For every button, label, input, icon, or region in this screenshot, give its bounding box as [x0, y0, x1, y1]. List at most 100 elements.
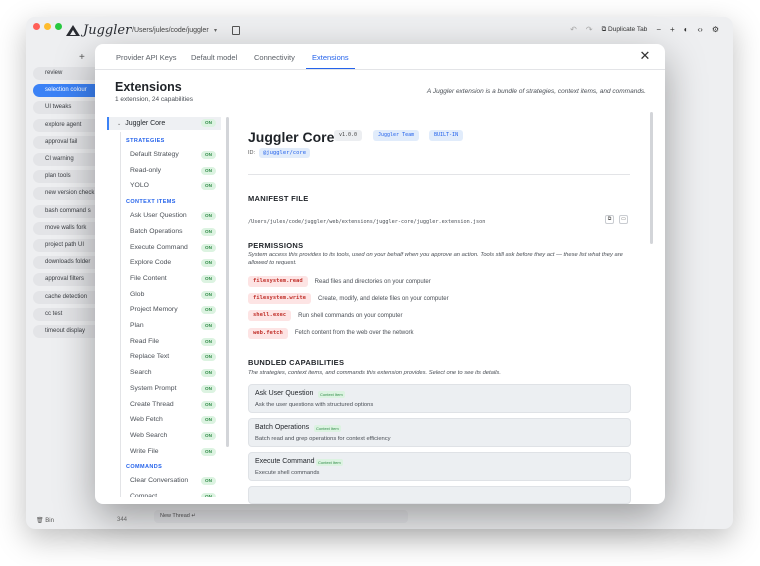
chevron-down-icon[interactable]: ⌄: [117, 121, 121, 127]
permission-description: Run shell commands on your computer: [298, 312, 403, 319]
on-badge[interactable]: ON: [201, 353, 216, 362]
window-controls: [33, 23, 62, 30]
tree-item-execute-command[interactable]: Execute Command: [130, 244, 188, 251]
manifest-path: /Users/jules/code/juggler/web/extensions…: [248, 219, 486, 225]
on-badge[interactable]: ON: [201, 227, 216, 236]
capability-description: Execute shell commands: [255, 470, 320, 476]
on-badge[interactable]: ON: [201, 477, 216, 486]
capability-card-ask-user-question[interactable]: Ask User Question Context Item Ask the use…: [248, 384, 631, 413]
new-thread-icon[interactable]: +: [79, 52, 85, 63]
bin-label[interactable]: 🗑 Bin: [36, 517, 54, 524]
open-folder-icon[interactable]: ▭: [619, 215, 628, 224]
new-thread-placeholder: New Thread: [160, 513, 190, 519]
close-icon[interactable]: ✕: [639, 49, 651, 62]
tree-item-explore-code[interactable]: Explore Code: [130, 259, 171, 266]
code-icon[interactable]: ‹›: [698, 25, 703, 34]
tree-item-yolo[interactable]: YOLO: [130, 182, 149, 189]
settings-modal: Provider API Keys Default model Connecti…: [95, 44, 665, 504]
capability-card-batch-operations[interactable]: Batch Operations Context Item Batch read a…: [248, 418, 631, 447]
new-thread-input[interactable]: New Thread ↵: [154, 510, 408, 523]
gear-icon[interactable]: ⚙: [712, 25, 719, 34]
capability-type-badge: Context Item: [316, 459, 343, 466]
tree-item-compact[interactable]: Compact: [130, 493, 157, 497]
app-titlebar: Juggler /Users/jules/code/juggler ▾ ↶ ↷ …: [26, 17, 733, 47]
on-badge[interactable]: ON: [201, 447, 216, 456]
on-badge[interactable]: ON: [201, 369, 216, 378]
page-title: Extensions: [115, 80, 182, 94]
settings-tabs: Provider API Keys Default model Connecti…: [95, 44, 665, 70]
author-badge: Juggler Team: [373, 130, 420, 141]
tree-item-search[interactable]: Search: [130, 369, 152, 376]
permission-row: web.fetch Fetch content from the web over…: [248, 327, 414, 339]
minus-icon[interactable]: −: [656, 25, 661, 34]
tab-connectivity[interactable]: Connectivity: [254, 53, 295, 68]
chevron-down-icon[interactable]: ▾: [214, 27, 217, 34]
tree-item-write-file[interactable]: Write File: [130, 448, 159, 455]
tree-section-context-items: CONTEXT ITEMS: [126, 199, 176, 206]
forward-icon[interactable]: ↷: [586, 25, 593, 34]
capabilities-description: The strategies, context items, and comma…: [248, 370, 501, 376]
on-badge[interactable]: ON: [201, 259, 216, 268]
on-badge[interactable]: ON: [201, 384, 216, 393]
tree-root-on-badge[interactable]: ON: [201, 119, 216, 127]
on-badge[interactable]: ON: [201, 337, 216, 346]
permission-description: Create, modify, and delete files on your…: [317, 295, 449, 302]
capability-type-badge: Context Item: [314, 425, 341, 432]
on-badge[interactable]: ON: [201, 322, 216, 330]
on-badge[interactable]: ON: [201, 493, 216, 497]
zoom-window-button[interactable]: [55, 23, 62, 30]
back-icon[interactable]: ↶: [570, 25, 577, 34]
capability-card-execute-command[interactable]: Execute Command Context Item Execute shell…: [248, 452, 631, 481]
tree-guide: [120, 132, 121, 497]
tree-item-web-fetch[interactable]: Web Fetch: [130, 416, 163, 423]
project-path[interactable]: /Users/jules/code/juggler: [132, 27, 209, 34]
on-badge[interactable]: ON: [201, 400, 216, 409]
tree-item-plan[interactable]: Plan: [130, 322, 144, 329]
tree-item-system-prompt[interactable]: System Prompt: [130, 385, 176, 392]
copy-path-icon[interactable]: ⧉: [605, 215, 614, 224]
bin-count: 344: [117, 517, 128, 523]
tree-item-read-file[interactable]: Read File: [130, 338, 159, 345]
tab-extensions[interactable]: Extensions: [306, 53, 355, 69]
on-badge[interactable]: ON: [201, 166, 216, 175]
tree-item-read-only[interactable]: Read-only: [130, 167, 161, 174]
on-badge[interactable]: ON: [201, 290, 216, 299]
tree-item-clear-conversation[interactable]: Clear Conversation: [130, 477, 188, 484]
plus-icon[interactable]: +: [670, 25, 675, 34]
tree-item-replace-text[interactable]: Replace Text: [130, 353, 169, 360]
version-badge: v1.0.0: [334, 130, 363, 141]
tree-item-file-content[interactable]: File Content: [130, 275, 167, 282]
copy-icon[interactable]: [232, 26, 240, 35]
tree-item-web-search[interactable]: Web Search: [130, 432, 167, 439]
on-badge[interactable]: ON: [201, 274, 216, 283]
on-badge[interactable]: ON: [201, 243, 216, 252]
on-badge[interactable]: ON: [201, 182, 216, 191]
tab-default-model[interactable]: Default model: [191, 53, 237, 68]
tree-item-batch-operations[interactable]: Batch Operations: [130, 228, 183, 235]
capability-card-partial[interactable]: [248, 486, 631, 504]
tree-item-create-thread[interactable]: Create Thread: [130, 401, 174, 408]
tree-item-project-memory[interactable]: Project Memory: [130, 306, 178, 313]
id-label: ID:: [248, 150, 256, 156]
theme-icon[interactable]: ◐: [684, 25, 689, 34]
permission-row: shell.exec Run shell commands on your com…: [248, 310, 403, 322]
detail-scrollbar[interactable]: [650, 112, 653, 244]
permission-description: Read files and directories on your compu…: [314, 278, 431, 285]
manifest-heading: MANIFEST FILE: [248, 194, 309, 203]
minimize-window-button[interactable]: [44, 23, 51, 30]
on-badge[interactable]: ON: [201, 416, 216, 425]
on-badge[interactable]: ON: [201, 212, 216, 221]
tree-item-ask-user-question[interactable]: Ask User Question: [130, 212, 187, 219]
capability-name: Execute Command: [255, 458, 315, 465]
close-window-button[interactable]: [33, 23, 40, 30]
tab-provider-api-keys[interactable]: Provider API Keys: [116, 53, 176, 68]
on-badge[interactable]: ON: [201, 431, 216, 440]
tree-item-default-strategy[interactable]: Default Strategy: [130, 151, 179, 158]
on-badge[interactable]: ON: [201, 151, 216, 159]
tree-item-glob[interactable]: Glob: [130, 291, 144, 298]
capability-name: Batch Operations: [255, 424, 310, 431]
on-badge[interactable]: ON: [201, 306, 216, 315]
duplicate-tab-button[interactable]: ⧉ Duplicate Tab: [602, 26, 648, 34]
tree-scrollbar[interactable]: [226, 117, 229, 447]
app-name: Juggler: [83, 23, 132, 38]
